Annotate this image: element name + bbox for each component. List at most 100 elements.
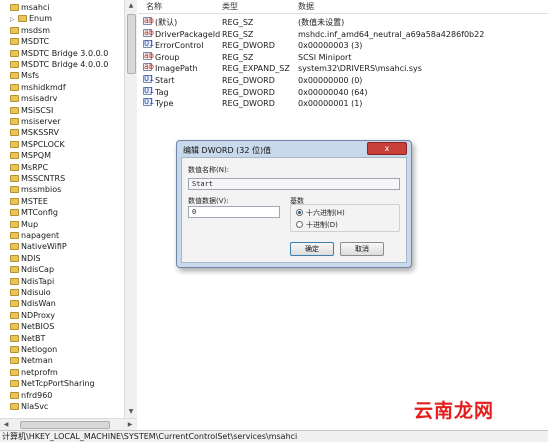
- value-type: REG_DWORD: [222, 76, 275, 85]
- tree-item[interactable]: NdisCap: [2, 264, 54, 276]
- string-value-icon: ab: [143, 50, 154, 60]
- folder-icon: [10, 289, 19, 296]
- tree-item[interactable]: Msfs: [2, 70, 39, 82]
- folder-icon: [10, 61, 19, 68]
- folder-icon: [10, 175, 19, 182]
- close-icon[interactable]: x: [367, 142, 407, 155]
- dec-radio-label[interactable]: 十进制(D): [306, 220, 338, 230]
- dialog-body: 数值名称(N): Start 数值数据(V): 0 基数 十六进制(H) 十进制…: [181, 157, 407, 263]
- tree-item[interactable]: NetBIOS: [2, 321, 54, 333]
- tree-item-label: NdisCap: [21, 265, 55, 275]
- ok-button[interactable]: 确定: [290, 242, 334, 256]
- value-row[interactable]: ab Group REG_SZ SCSI Miniport: [138, 50, 548, 64]
- tree-item[interactable]: NativeWifiP: [2, 241, 67, 253]
- tree-item[interactable]: NlaSvc: [2, 401, 48, 413]
- value-data: 0x00000001 (1): [298, 99, 363, 109]
- folder-icon: [10, 83, 19, 91]
- tree-item[interactable]: nfrd960: [2, 390, 52, 402]
- tree-item[interactable]: Mup: [2, 219, 38, 231]
- tree-item[interactable]: MsRPC: [2, 162, 48, 174]
- value-data-input[interactable]: 0: [188, 206, 280, 218]
- hex-radio-label[interactable]: 十六进制(H): [306, 208, 345, 218]
- value-row[interactable]: 01 Tag REG_DWORD 0x00000040 (64): [138, 86, 548, 99]
- column-header-type[interactable]: 类型: [222, 2, 238, 12]
- tree-item-label: MSPCLOCK: [21, 139, 65, 149]
- tree-item[interactable]: NetBT: [2, 333, 45, 345]
- tree-item-label: MSPQM: [21, 151, 52, 161]
- value-name: Type: [155, 99, 174, 109]
- value-row[interactable]: 01 ErrorControl REG_DWORD 0x00000003 (3): [138, 40, 548, 52]
- value-name-label: 数值名称(N):: [188, 166, 230, 174]
- folder-icon: [10, 186, 19, 194]
- value-name: Group: [155, 52, 180, 62]
- tree-item[interactable]: MSSCNTRS: [2, 173, 65, 185]
- folder-icon: [10, 403, 19, 410]
- tree-item[interactable]: Ndisuio: [2, 287, 51, 299]
- value-name: Tag: [155, 87, 169, 97]
- value-data: SCSI Miniport: [298, 52, 352, 62]
- value-data: system32\DRIVERS\msahci.sys: [298, 64, 422, 74]
- value-row[interactable]: ab (默认) REG_SZ (数值未设置): [138, 17, 548, 29]
- tree-item[interactable]: msdsm: [2, 25, 50, 37]
- value-row[interactable]: 01 Start REG_DWORD 0x00000000 (0): [138, 75, 548, 87]
- scroll-down-icon[interactable]: ▼: [125, 406, 137, 418]
- tree-item[interactable]: MSTEE: [2, 196, 48, 208]
- tree-item-label: MsRPC: [21, 162, 49, 172]
- tree-item[interactable]: MSiSCSI: [2, 105, 53, 117]
- value-row[interactable]: ab ImagePath REG_EXPAND_SZ system32\DRIVERS…: [138, 63, 548, 75]
- tree-hscroll-thumb[interactable]: [20, 421, 110, 429]
- tree-item[interactable]: mshidkmdf: [2, 82, 66, 94]
- value-type: REG_SZ: [222, 29, 254, 39]
- tree-item[interactable]: MSDTC: [2, 36, 49, 48]
- folder-icon: [10, 300, 19, 308]
- tree-vertical-scrollbar[interactable]: ▲ ▼: [124, 0, 137, 418]
- value-row[interactable]: 01 Type REG_DWORD 0x00000001 (1): [138, 98, 548, 110]
- cancel-button[interactable]: 取消: [340, 242, 384, 256]
- tree-item-label: NetTcpPortSharing: [21, 379, 95, 389]
- tree-item[interactable]: napagent: [2, 230, 59, 242]
- tree-item[interactable]: Netman: [2, 355, 53, 367]
- scroll-up-icon[interactable]: ▲: [125, 0, 137, 12]
- tree-item[interactable]: MSPCLOCK: [2, 139, 65, 151]
- folder-icon: [10, 277, 19, 285]
- tree-item[interactable]: MSPQM: [2, 150, 51, 162]
- column-header-name[interactable]: 名称: [146, 2, 162, 12]
- tree-horizontal-scrollbar[interactable]: ◀ ▶: [0, 418, 137, 430]
- tree-item[interactable]: NDProxy: [2, 310, 55, 322]
- tree-item[interactable]: MSKSSRV: [2, 127, 59, 139]
- dec-radio[interactable]: [296, 221, 303, 228]
- tree-item[interactable]: msisadrv: [2, 93, 57, 105]
- tree-item[interactable]: mssmbios: [2, 184, 61, 196]
- tree-item[interactable]: ▷ Enum: [10, 13, 52, 25]
- tree-item[interactable]: MSDTC Bridge 3.0.0.0: [2, 48, 108, 60]
- tree-item[interactable]: NdisTapi: [2, 276, 54, 288]
- folder-icon: [10, 243, 19, 251]
- tree-item-label: MSiSCSI: [21, 105, 54, 115]
- value-name-field: Start: [188, 178, 400, 190]
- tree-item[interactable]: MTConfig: [2, 207, 58, 219]
- value-type: REG_DWORD: [222, 41, 275, 51]
- tree-item-label: MSDTC Bridge 3.0.0.0: [21, 48, 109, 58]
- column-header-data[interactable]: 数据: [298, 2, 314, 12]
- tree-item[interactable]: Netlogon: [2, 344, 57, 356]
- tree-item-label: mssmbios: [21, 185, 62, 195]
- value-row[interactable]: ab DriverPackageId REG_SZ mshdc.inf_amd64_n…: [138, 28, 548, 41]
- tree-item-label: MSSCNTRS: [21, 174, 66, 183]
- value-data: (数值未设置): [298, 18, 345, 27]
- tree-item[interactable]: msiserver: [2, 116, 61, 128]
- tree-item[interactable]: NetTcpPortSharing: [2, 378, 95, 390]
- tree-item-label: Msfs: [21, 71, 40, 81]
- tree-item[interactable]: MSDTC Bridge 4.0.0.0: [2, 59, 108, 71]
- tree-item-label: Mup: [21, 219, 39, 229]
- value-data: mshdc.inf_amd64_neutral_a69a58a4286f0b22: [298, 29, 485, 39]
- tree-item-label: msisadrv: [21, 94, 58, 104]
- tree-item[interactable]: msahci: [2, 2, 50, 14]
- folder-icon: [10, 346, 19, 353]
- registry-key-tree[interactable]: msahci ▷ Enum msdsm MSDTC MSDTC Bridge 3.0.0.…: [0, 0, 137, 418]
- dialog-title: 编辑 DWORD (32 位)值: [183, 146, 272, 155]
- tree-item[interactable]: NDIS: [2, 253, 41, 265]
- tree-item[interactable]: NdisWan: [2, 298, 56, 310]
- tree-item[interactable]: netprofm: [2, 367, 58, 379]
- tree-scroll-thumb[interactable]: [127, 14, 136, 74]
- hex-radio[interactable]: [296, 209, 303, 216]
